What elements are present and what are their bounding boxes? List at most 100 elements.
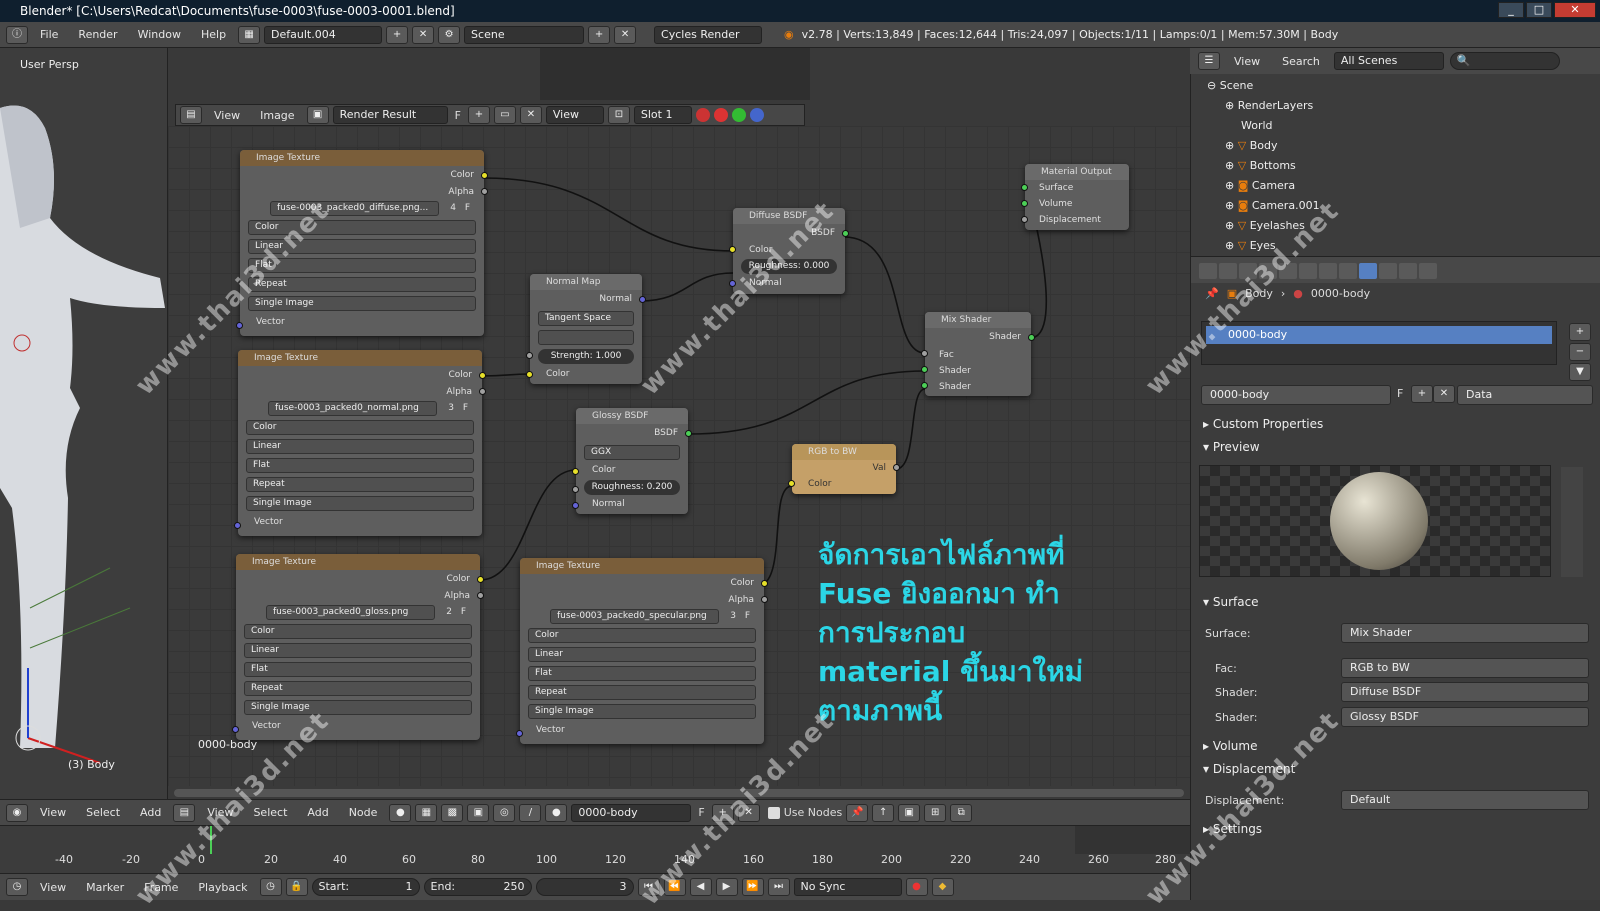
- section-volume[interactable]: ▸ Volume: [1203, 739, 1257, 753]
- texture-tab-icon[interactable]: [1379, 263, 1397, 279]
- image-unlink-icon[interactable]: ✕: [519, 106, 542, 124]
- add-slot-icon[interactable]: +: [1569, 323, 1591, 341]
- uv-map-field[interactable]: [538, 330, 634, 345]
- outliner-item-renderlayers[interactable]: ⊕ RenderLayers: [1225, 96, 1600, 116]
- play-reverse-icon[interactable]: ◀: [689, 878, 712, 896]
- socket-vector-in[interactable]: [232, 726, 239, 733]
- outliner-view-menu[interactable]: View: [1226, 55, 1268, 68]
- use-nodes-checkbox[interactable]: [767, 806, 780, 819]
- socket-normal-in[interactable]: [572, 502, 579, 509]
- socket-color-in[interactable]: [729, 246, 736, 253]
- modifiers-tab-icon[interactable]: [1319, 263, 1337, 279]
- roughness-field[interactable]: Roughness: 0.200: [584, 480, 680, 495]
- material-fake-user[interactable]: F: [695, 806, 707, 819]
- image-fake-user[interactable]: F: [463, 399, 468, 418]
- socket-fac-in[interactable]: [921, 350, 928, 357]
- image-file-field[interactable]: fuse-0003_packed0_gloss.png: [266, 605, 435, 620]
- outliner-item-camera[interactable]: ⊕ ◙ Camera: [1225, 176, 1600, 196]
- node-editor-type-icon[interactable]: ▤: [173, 803, 196, 822]
- socket-shader2-in[interactable]: [921, 382, 928, 389]
- section-preview[interactable]: ▾ Preview: [1203, 440, 1260, 454]
- lock-range-icon[interactable]: 🔒: [285, 878, 308, 896]
- projection-select[interactable]: Flat: [244, 662, 472, 677]
- next-keyframe-icon[interactable]: ⏩: [741, 878, 764, 896]
- socket-val-out[interactable]: [893, 464, 900, 471]
- outliner-item-eyelashes[interactable]: ⊕ ▽ Eyelashes: [1225, 216, 1600, 236]
- close-button[interactable]: ✕: [1554, 2, 1596, 18]
- material-link-select[interactable]: Data: [1457, 385, 1593, 405]
- layout-icon[interactable]: ▦: [238, 25, 261, 44]
- socket-shader1-in[interactable]: [921, 366, 928, 373]
- outliner-item-scene[interactable]: ⊖ Scene: [1207, 76, 1600, 96]
- outliner-editor-type-icon[interactable]: ☰: [1198, 52, 1220, 70]
- start-frame-field[interactable]: Start: 1: [311, 878, 420, 896]
- preview-range-icon[interactable]: ◷: [259, 878, 282, 896]
- node-material-output[interactable]: Material Output Surface Volume Displacem…: [1021, 164, 1129, 230]
- node-mix-shader[interactable]: Mix Shader Shader Fac Shader Shader: [921, 312, 1035, 396]
- scene-icon[interactable]: ⚙: [438, 25, 461, 44]
- section-custom-properties[interactable]: ▸ Custom Properties: [1203, 417, 1323, 431]
- current-frame-field[interactable]: 3: [535, 878, 634, 896]
- alpha-channel-icon[interactable]: [695, 108, 710, 122]
- viewport-add-menu[interactable]: Add: [132, 806, 169, 819]
- node-image-texture-normal[interactable]: Image Texture Color Alpha fuse-0003_pack…: [234, 350, 486, 536]
- socket-color-out[interactable]: [761, 580, 768, 587]
- interpolation-select[interactable]: Linear: [528, 647, 756, 662]
- copy-nodes-icon[interactable]: ⧉: [950, 803, 973, 822]
- extension-select[interactable]: Repeat: [248, 277, 476, 292]
- interpolation-select[interactable]: Linear: [246, 439, 474, 454]
- image-name-field[interactable]: Render Result: [332, 106, 448, 124]
- pin-icon[interactable]: 📌: [1205, 287, 1219, 300]
- socket-color-out[interactable]: [479, 372, 486, 379]
- 3d-viewport[interactable]: User Persp (3) Body: [0, 48, 168, 799]
- socket-vector-in[interactable]: [516, 730, 523, 737]
- add-layout-icon[interactable]: +: [386, 25, 409, 44]
- color-space-select[interactable]: Color: [244, 624, 472, 639]
- image-view-menu[interactable]: View: [206, 109, 248, 122]
- menu-window[interactable]: Window: [130, 28, 189, 41]
- timeline-playback-menu[interactable]: Playback: [190, 881, 255, 894]
- image-view-select[interactable]: View: [545, 106, 604, 124]
- timeline-view-menu[interactable]: View: [32, 881, 74, 894]
- source-select[interactable]: Single Image: [248, 296, 476, 311]
- image-new-icon[interactable]: +: [467, 106, 490, 124]
- shader1-input-select[interactable]: Diffuse BSDF: [1341, 682, 1589, 702]
- sync-mode-select[interactable]: No Sync: [793, 878, 902, 896]
- go-parent-icon[interactable]: ↑: [872, 803, 895, 822]
- socket-normal-out[interactable]: [639, 296, 646, 303]
- shader2-input-select[interactable]: Glossy BSDF: [1341, 707, 1589, 727]
- keying-set-icon[interactable]: ◆: [931, 878, 954, 896]
- jump-end-icon[interactable]: ⏭: [767, 878, 790, 896]
- menu-render[interactable]: Render: [70, 28, 125, 41]
- red-channel-icon[interactable]: [713, 108, 728, 122]
- material-new-icon[interactable]: +: [1411, 385, 1433, 403]
- socket-vector-in[interactable]: [236, 322, 243, 329]
- projection-select[interactable]: Flat: [528, 666, 756, 681]
- menu-file[interactable]: File: [32, 28, 66, 41]
- play-icon[interactable]: ▶: [715, 878, 738, 896]
- color-space-select[interactable]: Color: [246, 420, 474, 435]
- render-tab-icon[interactable]: [1199, 263, 1217, 279]
- material-browse-icon[interactable]: ●: [545, 803, 568, 822]
- socket-bsdf-out[interactable]: [842, 230, 849, 237]
- extension-select[interactable]: Repeat: [246, 477, 474, 492]
- texture-tree-icon[interactable]: ▩: [441, 803, 464, 822]
- socket-color-in[interactable]: [526, 371, 533, 378]
- source-select[interactable]: Single Image: [246, 496, 474, 511]
- data-tab-icon[interactable]: [1339, 263, 1357, 279]
- outliner-item-world[interactable]: World: [1241, 116, 1600, 136]
- socket-alpha-out[interactable]: [477, 592, 484, 599]
- material-tab-icon[interactable]: [1359, 263, 1377, 279]
- image-image-menu[interactable]: Image: [252, 109, 302, 122]
- outliner[interactable]: ⊖ Scene ⊕ RenderLayers World ⊕ ▽ Body ⊕ …: [1190, 48, 1600, 256]
- constraints-tab-icon[interactable]: [1299, 263, 1317, 279]
- node-image-texture-gloss[interactable]: Image Texture Color Alpha fuse-0003_pack…: [232, 554, 484, 740]
- image-open-icon[interactable]: ▭: [493, 106, 516, 124]
- surface-shader-select[interactable]: Mix Shader: [1341, 623, 1589, 643]
- end-frame-field[interactable]: End: 250: [423, 878, 532, 896]
- socket-color-out[interactable]: [481, 172, 488, 179]
- menu-help[interactable]: Help: [193, 28, 234, 41]
- socket-displacement-in[interactable]: [1021, 216, 1028, 223]
- particles-tab-icon[interactable]: [1399, 263, 1417, 279]
- socket-color-out[interactable]: [477, 576, 484, 583]
